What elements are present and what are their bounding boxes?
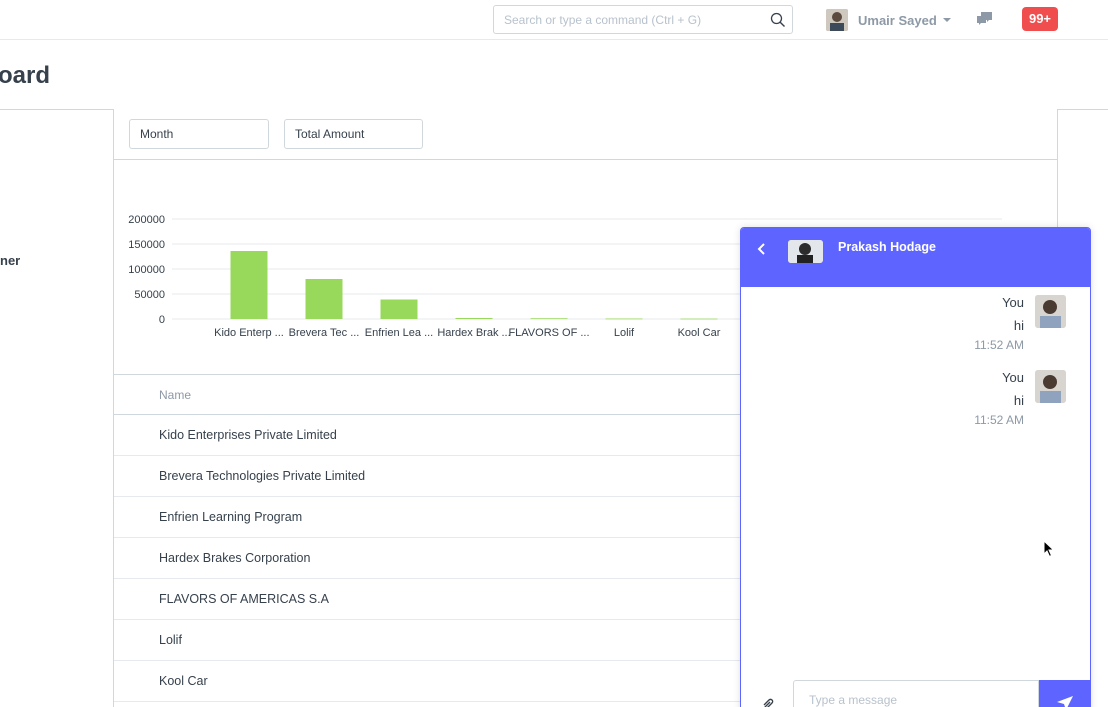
metric-filter-button[interactable]: Total Amount (284, 119, 423, 149)
x-tick-label: Kido Enterp ... (214, 327, 284, 339)
column-header-name: Name (159, 388, 192, 402)
x-tick-label: Enfrien Lea ... (365, 327, 434, 339)
row-name: Hardex Brakes Corporation (159, 551, 311, 565)
message-text: hi (1013, 318, 1024, 333)
row-name: FLAVORS OF AMERICAS S.A (159, 592, 329, 606)
message-text: hi (1013, 393, 1024, 408)
search-box[interactable] (493, 5, 793, 34)
chat-header: Prakash Hodage (741, 228, 1090, 287)
app-root: Umair Sayed 99+ oard ner Month Total Amo… (0, 0, 1108, 707)
chat-title: Prakash Hodage (838, 240, 936, 254)
chart-bar[interactable] (605, 318, 643, 320)
chat-window: Prakash Hodage You hi 11:52 AM You hi 11… (740, 227, 1091, 707)
chart-bar[interactable] (455, 318, 493, 319)
chart-bar[interactable] (230, 251, 268, 319)
sidebar-label: ner (0, 253, 21, 268)
chevron-left-icon[interactable] (755, 241, 769, 257)
notification-badge[interactable]: 99+ (1022, 7, 1058, 31)
chat-icon[interactable] (976, 11, 994, 27)
chat-message: You hi 11:52 AM (741, 362, 1090, 427)
avatar (1035, 295, 1066, 328)
period-filter-button[interactable]: Month (129, 119, 269, 149)
user-menu[interactable]: Umair Sayed (826, 8, 951, 32)
chart-bar[interactable] (680, 318, 718, 320)
y-tick-label: 0 (159, 314, 165, 326)
chart-bar[interactable] (305, 279, 343, 319)
row-name: Kool Car (159, 674, 208, 688)
y-tick-label: 50000 (134, 289, 165, 301)
message-sender: You (1002, 295, 1024, 310)
y-tick-label: 150000 (128, 239, 165, 251)
row-name: Brevera Technologies Private Limited (159, 469, 366, 483)
message-time: 11:52 AM (974, 413, 1024, 427)
send-icon (1057, 696, 1073, 707)
caret-down-icon (942, 18, 951, 22)
x-tick-label: Brevera Tec ... (289, 327, 360, 339)
row-name: Enfrien Learning Program (159, 510, 303, 524)
row-name: Kido Enterprises Private Limited (159, 428, 337, 442)
x-tick-label: Kool Car (678, 327, 721, 339)
row-name: Lolif (159, 633, 182, 647)
chat-message: You hi 11:52 AM (741, 287, 1090, 352)
message-time: 11:52 AM (974, 338, 1024, 352)
page-head: oard (0, 40, 1108, 110)
message-sender: You (1002, 370, 1024, 385)
page-title: oard (0, 62, 51, 89)
x-tick-label: Hardex Brak ... (437, 327, 510, 339)
message-input[interactable] (793, 680, 1039, 707)
search-input[interactable] (494, 6, 764, 33)
search-icon[interactable] (770, 12, 786, 28)
chart-bar[interactable] (380, 299, 418, 320)
avatar (1035, 370, 1066, 403)
paperclip-icon[interactable] (761, 697, 775, 707)
avatar (826, 9, 848, 31)
x-tick-label: Lolif (614, 327, 635, 339)
navbar: Umair Sayed 99+ (0, 0, 1108, 40)
contact-avatar (788, 240, 823, 263)
mouse-cursor-icon (1043, 540, 1055, 558)
user-name: Umair Sayed (858, 12, 937, 28)
chart-bar[interactable] (530, 318, 568, 320)
y-tick-label: 200000 (128, 214, 165, 226)
y-tick-label: 100000 (128, 264, 165, 276)
x-tick-label: FLAVORS OF ... (508, 327, 589, 339)
send-button[interactable] (1039, 680, 1090, 707)
filter-bar: Month Total Amount (114, 109, 1057, 160)
